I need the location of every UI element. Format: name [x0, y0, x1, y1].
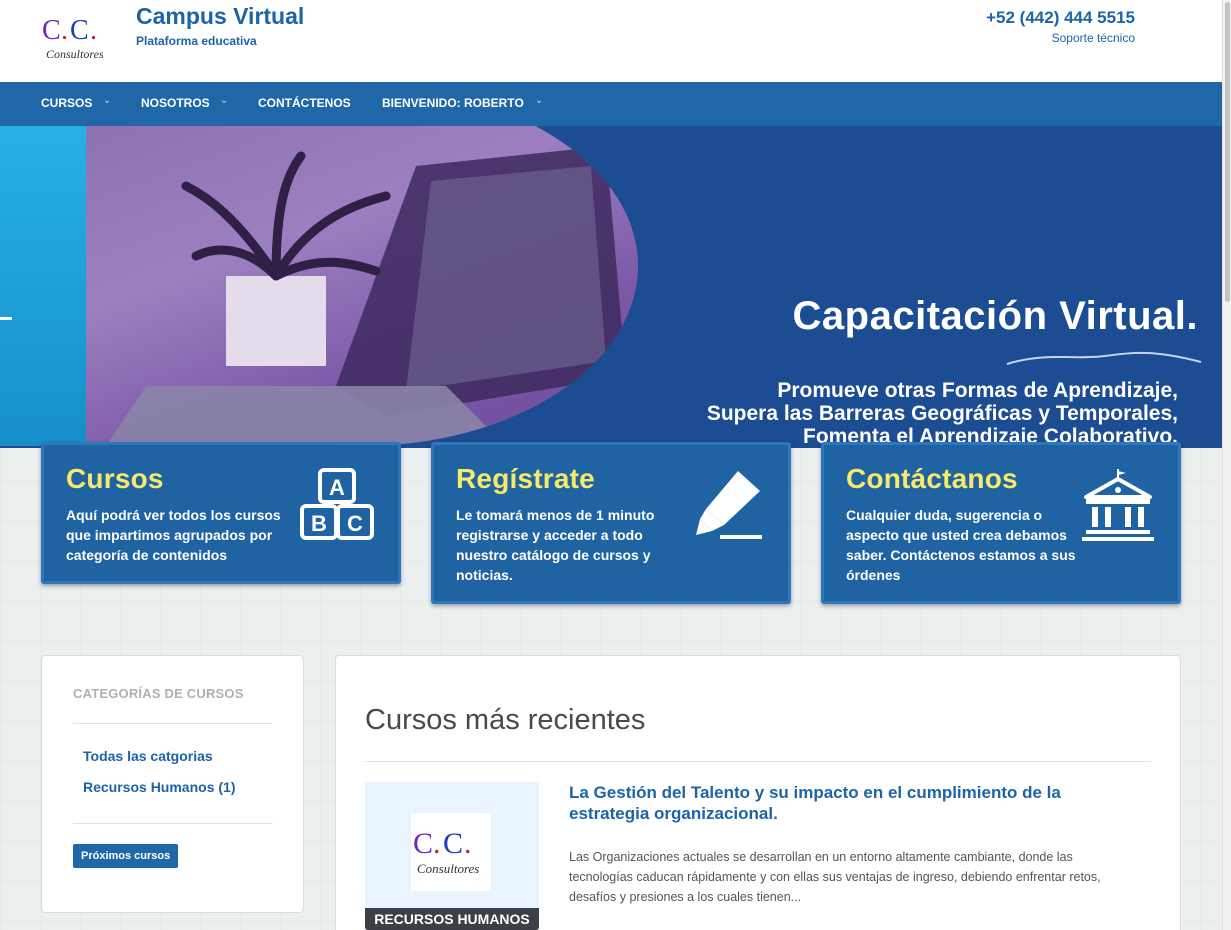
nav-item-cursos[interactable]: CURSOS [41, 82, 92, 126]
svg-text:B: B [311, 511, 327, 536]
card-text: Le tomará menos de 1 minuto registrarse … [456, 507, 655, 583]
svg-text:C: C [347, 511, 363, 536]
hero-banner[interactable]: Capacitación Virtual. Promueve otras For… [0, 126, 1222, 448]
course-title-link[interactable]: La Gestión del Talento y su impacto en e… [569, 782, 1129, 824]
svg-text:.: . [433, 827, 441, 860]
divider [365, 761, 1151, 762]
page: C . C . Consultores Campus Virtual Plata… [0, 0, 1222, 930]
phone-number[interactable]: +52 (442) 444 5515 [986, 8, 1135, 28]
divider [73, 723, 273, 724]
support-link[interactable]: Soporte técnico [1052, 31, 1135, 45]
site-logo[interactable]: C . C . Consultores [40, 12, 112, 64]
nav-item-bienvenido[interactable]: BIENVENIDO: ROBERTO [382, 82, 524, 126]
svg-text:Consultores: Consultores [417, 861, 479, 876]
sidebar-link-all-categories[interactable]: Todas las catgorias [83, 748, 213, 764]
svg-text:.: . [464, 827, 472, 860]
svg-text:C: C [413, 827, 433, 860]
hero-line: Promueve otras Formas de Aprendizaje, [777, 379, 1178, 402]
svg-text:C: C [42, 15, 61, 46]
chevron-down-icon[interactable]: ⌄ [535, 95, 543, 106]
recent-courses-panel: Cursos más recientes C . C . Consultores… [335, 655, 1181, 930]
card-text: Cualquier duda, sugerencia o aspecto que… [846, 507, 1076, 583]
nav-item-contactenos[interactable]: CONTÁCTENOS [258, 82, 351, 126]
hero-underline-swoosh [1006, 351, 1202, 365]
abc-blocks-icon: A B C [300, 468, 374, 540]
svg-text:C: C [70, 15, 89, 46]
svg-text:.: . [90, 15, 97, 46]
svg-text:.: . [61, 15, 68, 46]
course-description: Las Organizaciones actuales se desarroll… [569, 850, 1101, 904]
hero-line: Supera las Barreras Geográficas y Tempor… [706, 402, 1178, 425]
chevron-down-icon[interactable]: ⌄ [220, 95, 228, 106]
upcoming-courses-button[interactable]: Próximos cursos [73, 844, 179, 868]
building-icon [1082, 469, 1154, 541]
site-subtitle: Plataforma educativa [136, 34, 257, 48]
carousel-previous-slide [0, 126, 86, 446]
svg-text:C: C [443, 827, 463, 860]
course-category-badge: RECURSOS HUMANOS [365, 908, 539, 930]
card-text: Aquí podrá ver todos los cursos que impa… [66, 507, 281, 563]
site-header: C . C . Consultores Campus Virtual Plata… [0, 0, 1222, 82]
chevron-down-icon[interactable]: ⌄ [103, 95, 111, 106]
page-scrollbar[interactable] [1222, 0, 1231, 930]
categories-sidebar: CATEGORÍAS DE CURSOS Todas las catgorias… [41, 655, 304, 913]
svg-text:A: A [329, 475, 345, 500]
section-title: Cursos más recientes [365, 704, 646, 736]
scrollbar-thumb[interactable] [1225, 2, 1230, 302]
course-logo: C . C . Consultores [411, 813, 491, 891]
hero-photo [86, 126, 638, 446]
marker-icon [696, 471, 762, 539]
card-registrate[interactable]: Regístrate Le tomará menos de 1 minuto r… [431, 442, 791, 604]
nav-item-nosotros[interactable]: NOSOTROS [141, 82, 210, 126]
card-contactanos[interactable]: Contáctanos Cualquier duda, sugerencia o… [821, 442, 1181, 604]
carousel-indicator[interactable] [0, 317, 12, 320]
main-nav: CURSOS ⌄ NOSOTROS ⌄ CONTÁCTENOS BIENVENI… [0, 82, 1222, 126]
svg-text:Consultores: Consultores [46, 47, 104, 61]
sidebar-heading: CATEGORÍAS DE CURSOS [73, 686, 244, 701]
hero-title: Capacitación Virtual. [792, 294, 1198, 338]
course-thumbnail[interactable]: C . C . Consultores RECURSOS HUMANOS [365, 782, 539, 930]
divider [73, 823, 273, 824]
sidebar-link-recursos-humanos[interactable]: Recursos Humanos (1) [83, 779, 235, 795]
card-cursos[interactable]: Cursos Aquí podrá ver todos los cursos q… [41, 442, 401, 584]
site-title[interactable]: Campus Virtual [136, 3, 304, 30]
